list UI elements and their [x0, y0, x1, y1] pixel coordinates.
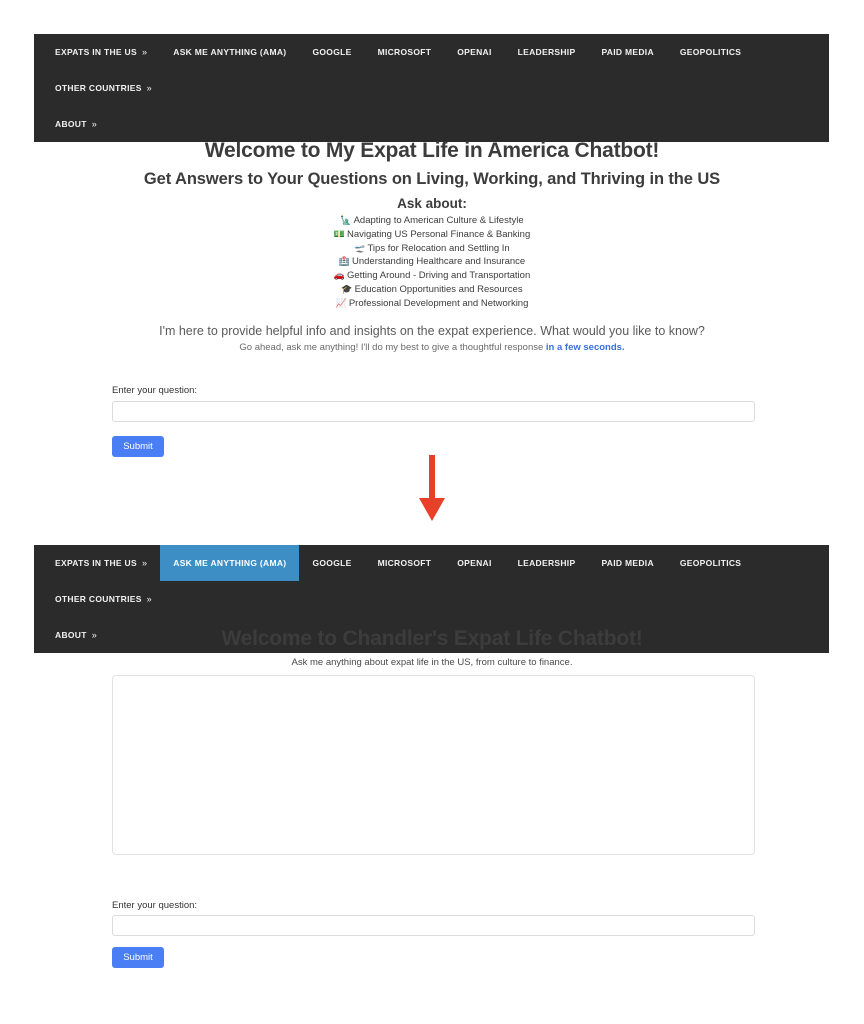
ask-about-item: 🎓 Education Opportunities and Resources [0, 283, 864, 297]
chevron-right-icon: » [146, 83, 152, 93]
bottom-question-label: Enter your question: [112, 900, 198, 911]
top-intro-wrap: I'm here to provide helpful info and ins… [0, 322, 864, 355]
nav-item-label: Expats in the US [55, 558, 137, 568]
nav-item-label: Paid Media [601, 558, 654, 568]
bottom-page-title: Welcome to Chandler's Expat Life Chatbot… [221, 627, 643, 650]
nav-item-other-countries[interactable]: Other Countries » [42, 70, 165, 106]
hospital-icon: 🏥 [338, 256, 350, 267]
top-chatbot-section: Welcome to My Expat Life in America Chat… [0, 138, 864, 164]
ask-about-item-label: Tips for Relocation and Settling In [367, 242, 510, 254]
nav-item-expats-in-the-us[interactable]: Expats in the US » [42, 545, 160, 581]
top-intro-line-2-prefix: Go ahead, ask me anything! I'll do my be… [239, 342, 546, 353]
nav-item-google[interactable]: Google [299, 545, 364, 581]
nav-item-google[interactable]: Google [299, 34, 364, 70]
top-intro-line-2: Go ahead, ask me anything! I'll do my be… [0, 340, 864, 355]
ask-about-item: 📈 Professional Development and Networking [0, 297, 864, 311]
nav-item-other-countries[interactable]: Other Countries » [42, 581, 165, 617]
ask-about-item: 💵 Navigating US Personal Finance & Bankin… [0, 228, 864, 242]
nav-item-label: Other Countries [55, 83, 142, 93]
nav-item-label: Google [312, 47, 352, 57]
nav-item-label: Ask Me Anything (AMA) [173, 558, 287, 568]
ask-about-item: 🏥 Understanding Healthcare and Insurance [0, 255, 864, 269]
car-icon: 🚗 [333, 270, 345, 281]
nav-item-label: OpenAI [457, 47, 492, 57]
ask-about-item: 🛫 Tips for Relocation and Settling In [0, 242, 864, 256]
ask-about-item: 🚗 Getting Around - Driving and Transporta… [0, 269, 864, 283]
bottom-question-input[interactable] [112, 915, 755, 936]
nav-item-label: Microsoft [377, 558, 432, 568]
top-navbar-items: Expats in the US » Ask Me Anything (AMA) Go… [34, 34, 829, 142]
top-intro-highlight: in a few seconds. [545, 342, 625, 353]
ask-about-label: Ask about: [397, 196, 467, 211]
top-subheading-wrap: Get Answers to Your Questions on Living,… [0, 168, 864, 190]
nav-item-label: Leadership [517, 558, 576, 568]
ask-about-item-label: Understanding Healthcare and Insurance [351, 256, 526, 268]
nav-item-label: Google [312, 558, 352, 568]
top-navbar: Expats in the US » Ask Me Anything (AMA) Go… [34, 34, 829, 142]
nav-item-label: Paid Media [601, 47, 654, 57]
nav-item-label: Other Countries [55, 594, 142, 604]
ask-about-list: 🗽 Adapting to American Culture & Lifestyl… [0, 214, 864, 311]
nav-item-label: OpenAI [457, 558, 492, 568]
airplane-departure-icon: 🛫 [354, 242, 366, 253]
ask-about-item-label: Professional Development and Networking [348, 297, 529, 309]
transition-arrow-wrap [0, 455, 864, 523]
nav-item-label: About [55, 119, 87, 129]
top-page-title: Welcome to My Expat Life in America Chat… [204, 139, 660, 162]
chevron-right-icon: » [141, 47, 148, 57]
nav-item-openai[interactable]: OpenAI [444, 545, 504, 581]
top-page-subtitle: Get Answers to Your Questions on Living,… [143, 170, 721, 188]
nav-item-microsoft[interactable]: Microsoft [365, 34, 445, 70]
top-question-input[interactable] [112, 401, 755, 422]
down-arrow-icon [419, 455, 445, 521]
chatbot-response-box [112, 675, 755, 855]
chevron-right-icon: » [141, 558, 148, 568]
nav-item-about[interactable]: About » [42, 106, 110, 142]
nav-item-microsoft[interactable]: Microsoft [365, 545, 445, 581]
nav-item-label: Microsoft [377, 47, 432, 57]
nav-item-paid-media[interactable]: Paid Media [588, 34, 666, 70]
ask-about-wrap: Ask about: 🗽 Adapting to American Culture… [0, 194, 864, 311]
top-submit-button[interactable]: Submit [112, 436, 164, 457]
nav-item-label: Leadership [517, 47, 576, 57]
nav-item-paid-media[interactable]: Paid Media [588, 545, 666, 581]
bottom-subheading-wrap: Ask me anything about expat life in the … [0, 655, 864, 670]
nav-item-openai[interactable]: OpenAI [444, 34, 504, 70]
nav-item-label: Geopolitics [679, 558, 742, 568]
chevron-right-icon: » [91, 119, 98, 129]
ask-about-item-label: Adapting to American Culture & Lifestyle [353, 215, 524, 226]
nav-item-expats-in-the-us[interactable]: Expats in the US » [42, 34, 160, 70]
nav-item-geopolitics[interactable]: Geopolitics [667, 34, 754, 70]
nav-item-label: Geopolitics [679, 47, 742, 57]
ask-about-item-label: Getting Around - Driving and Transportat… [346, 270, 531, 282]
chart-increasing-icon: 📈 [335, 297, 347, 308]
nav-item-ask-me-anything-ama[interactable]: Ask Me Anything (AMA) [160, 545, 300, 581]
nav-item-leadership[interactable]: Leadership [505, 545, 589, 581]
top-question-label: Enter your question: [112, 385, 198, 396]
ask-about-item-label: Education Opportunities and Resources [354, 283, 523, 295]
statue-of-liberty-icon: 🗽 [340, 215, 352, 225]
graduation-cap-icon: 🎓 [341, 283, 353, 294]
nav-item-ask-me-anything-ama[interactable]: Ask Me Anything (AMA) [160, 34, 299, 70]
nav-item-label: Expats in the US [55, 47, 137, 57]
bottom-submit-button[interactable]: Submit [112, 947, 164, 968]
nav-item-leadership[interactable]: Leadership [505, 34, 589, 70]
nav-item-label: Ask Me Anything (AMA) [173, 47, 287, 57]
bottom-chatbot-section: Welcome to Chandler's Expat Life Chatbot… [0, 626, 864, 652]
bottom-page-subtitle: Ask me anything about expat life in the … [291, 657, 573, 668]
ask-about-item: 🗽 Adapting to American Culture & Lifestyl… [0, 214, 864, 228]
top-intro-line-1: I'm here to provide helpful info and ins… [159, 324, 705, 338]
ask-about-item-label: Navigating US Personal Finance & Banking [346, 228, 531, 240]
banknote-icon: 💵 [333, 228, 345, 239]
nav-item-geopolitics[interactable]: Geopolitics [667, 545, 754, 581]
chevron-right-icon: » [146, 594, 152, 604]
